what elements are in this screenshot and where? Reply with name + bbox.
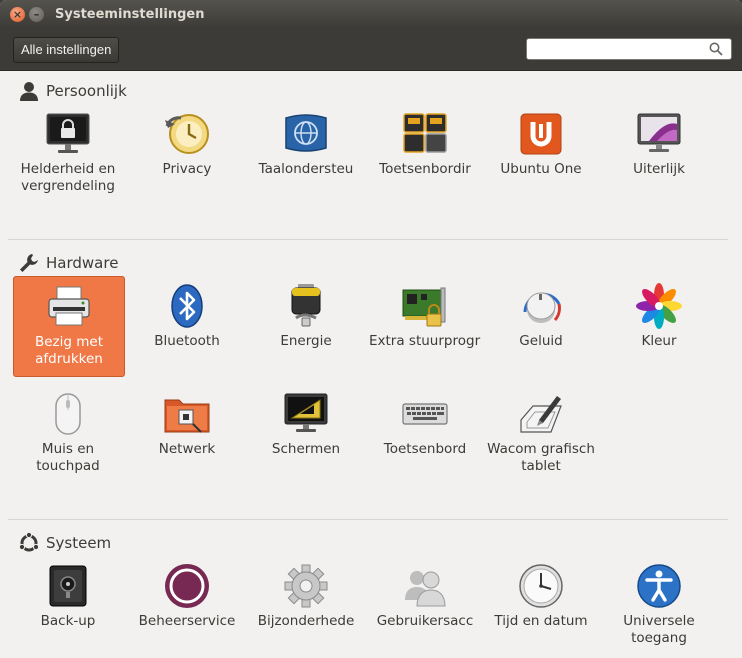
settings-item-brightness-lock[interactable]: Helderheid en vergrendeling: [12, 110, 124, 195]
lock-screen-icon: [46, 113, 90, 153]
details-gear-icon: [284, 564, 328, 608]
settings-item-label: Tijd en datum: [494, 613, 588, 629]
section-header-hardware: Hardware: [18, 251, 118, 275]
ubuntu-logo-icon: [18, 532, 40, 552]
section-label: Systeem: [46, 534, 112, 552]
minimize-window-button[interactable]: –: [29, 6, 44, 22]
wrench-icon: [20, 254, 38, 272]
battery-icon: [291, 284, 321, 327]
section-header-personal: Persoonlijk: [18, 79, 127, 103]
keyboard-layout-icon: [403, 113, 447, 153]
settings-item-appearance[interactable]: Uiterlijk: [603, 110, 715, 178]
settings-item-label: Wacom grafisch tablet: [487, 441, 595, 474]
close-icon: ×: [12, 7, 23, 21]
section-divider: [8, 239, 728, 240]
settings-panel: Persoonlijk Helderheid en vergrendeling: [0, 72, 742, 658]
settings-item-time-date[interactable]: Tijd en datum: [485, 562, 597, 630]
settings-item-label: Muis en touchpad: [36, 441, 100, 474]
search-input[interactable]: [531, 41, 706, 57]
bluetooth-icon: [171, 284, 203, 328]
settings-item-label: Universele toegang: [623, 613, 695, 646]
section-divider: [8, 519, 728, 520]
settings-item-network[interactable]: Netwerk: [131, 390, 243, 458]
network-folder-icon: [164, 399, 210, 433]
settings-item-label: Beheerservice: [138, 613, 236, 629]
privacy-icon: [165, 114, 209, 154]
search-box[interactable]: [526, 38, 732, 60]
settings-item-label: Toetsenbordir: [379, 161, 471, 177]
settings-item-bluetooth[interactable]: Bluetooth: [131, 282, 243, 350]
settings-item-label: Netwerk: [158, 441, 216, 457]
section-label: Hardware: [46, 254, 119, 272]
language-support-icon: [285, 114, 327, 152]
settings-item-universal-access[interactable]: Universele toegang: [603, 562, 715, 647]
settings-item-backup[interactable]: Back-up: [12, 562, 124, 630]
settings-item-wacom-tablet[interactable]: Wacom grafisch tablet: [485, 390, 597, 475]
settings-item-keyboard[interactable]: Toetsenbord: [369, 390, 481, 458]
settings-item-additional-drivers[interactable]: Extra stuurprogrami: [369, 282, 481, 350]
minimize-icon: –: [33, 7, 40, 21]
toolbar: Alle instellingen: [0, 28, 742, 71]
settings-item-mouse-touchpad[interactable]: Muis en touchpad: [12, 390, 124, 475]
all-settings-button[interactable]: Alle instellingen: [13, 37, 120, 63]
settings-item-label: Bluetooth: [154, 333, 220, 349]
section-label: Persoonlijk: [46, 82, 127, 100]
settings-item-label: Schermen: [271, 441, 341, 457]
settings-item-label: Kleur: [641, 333, 677, 349]
title-bar[interactable]: × – Systeeminstellingen: [0, 0, 742, 28]
settings-item-language-support[interactable]: Taalondersteu: [250, 110, 362, 178]
clock-icon: [519, 564, 563, 608]
settings-item-label: Back-up: [40, 613, 96, 629]
section-header-system: Systeem: [18, 531, 111, 555]
user-accounts-icon: [405, 571, 446, 607]
printer-icon: [48, 286, 90, 326]
settings-item-management-service[interactable]: Beheerservice: [131, 562, 243, 630]
settings-item-label: Ubuntu One: [500, 161, 582, 177]
settings-item-power[interactable]: Energie: [250, 282, 362, 350]
close-window-button[interactable]: ×: [10, 6, 25, 22]
settings-item-label: Extra stuurprogrami: [369, 333, 481, 349]
settings-item-details[interactable]: Bijzonderhede: [250, 562, 362, 630]
wacom-tablet-icon: [520, 396, 562, 433]
search-icon[interactable]: [709, 42, 723, 56]
settings-item-label: Energie: [280, 333, 332, 349]
keyboard-icon: [402, 403, 448, 425]
settings-item-label: Uiterlijk: [633, 161, 685, 177]
settings-item-label: Taalondersteu: [258, 161, 354, 177]
settings-item-user-accounts[interactable]: Gebruikersacc: [369, 562, 481, 630]
settings-item-label: Toetsenbord: [383, 441, 467, 457]
appearance-icon: [637, 113, 681, 152]
display-icon: [284, 393, 328, 432]
ubuntu-one-icon: [520, 113, 562, 155]
settings-item-ubuntu-one[interactable]: Ubuntu One: [485, 110, 597, 178]
window-title: Systeeminstellingen: [55, 6, 205, 22]
person-icon: [20, 82, 38, 101]
driver-card-icon: [402, 287, 446, 327]
settings-item-keyboard-layout[interactable]: Toetsenbordir: [369, 110, 481, 178]
sound-icon: [523, 292, 561, 323]
settings-item-label: Bijzonderhede: [257, 613, 355, 629]
color-icon: [636, 283, 682, 329]
accessibility-icon: [637, 564, 681, 608]
settings-item-label: Gebruikersacc: [376, 613, 474, 629]
landscape-service-icon: [165, 564, 209, 608]
settings-item-color[interactable]: Kleur: [603, 282, 715, 350]
settings-item-label: Bezig met afdrukken: [34, 334, 103, 367]
system-settings-window: × – Systeeminstellingen Alle instellinge…: [0, 0, 742, 658]
settings-item-displays[interactable]: Schermen: [250, 390, 362, 458]
mouse-icon: [55, 393, 81, 435]
backup-safe-icon: [49, 565, 87, 607]
settings-item-label: Privacy: [162, 161, 212, 177]
settings-item-sound[interactable]: Geluid: [485, 282, 597, 350]
settings-item-privacy[interactable]: Privacy: [131, 110, 243, 178]
settings-item-printing[interactable]: Bezig met afdrukken: [13, 276, 125, 377]
settings-item-label: Helderheid en vergrendeling: [20, 161, 116, 194]
settings-item-label: Geluid: [519, 333, 563, 349]
